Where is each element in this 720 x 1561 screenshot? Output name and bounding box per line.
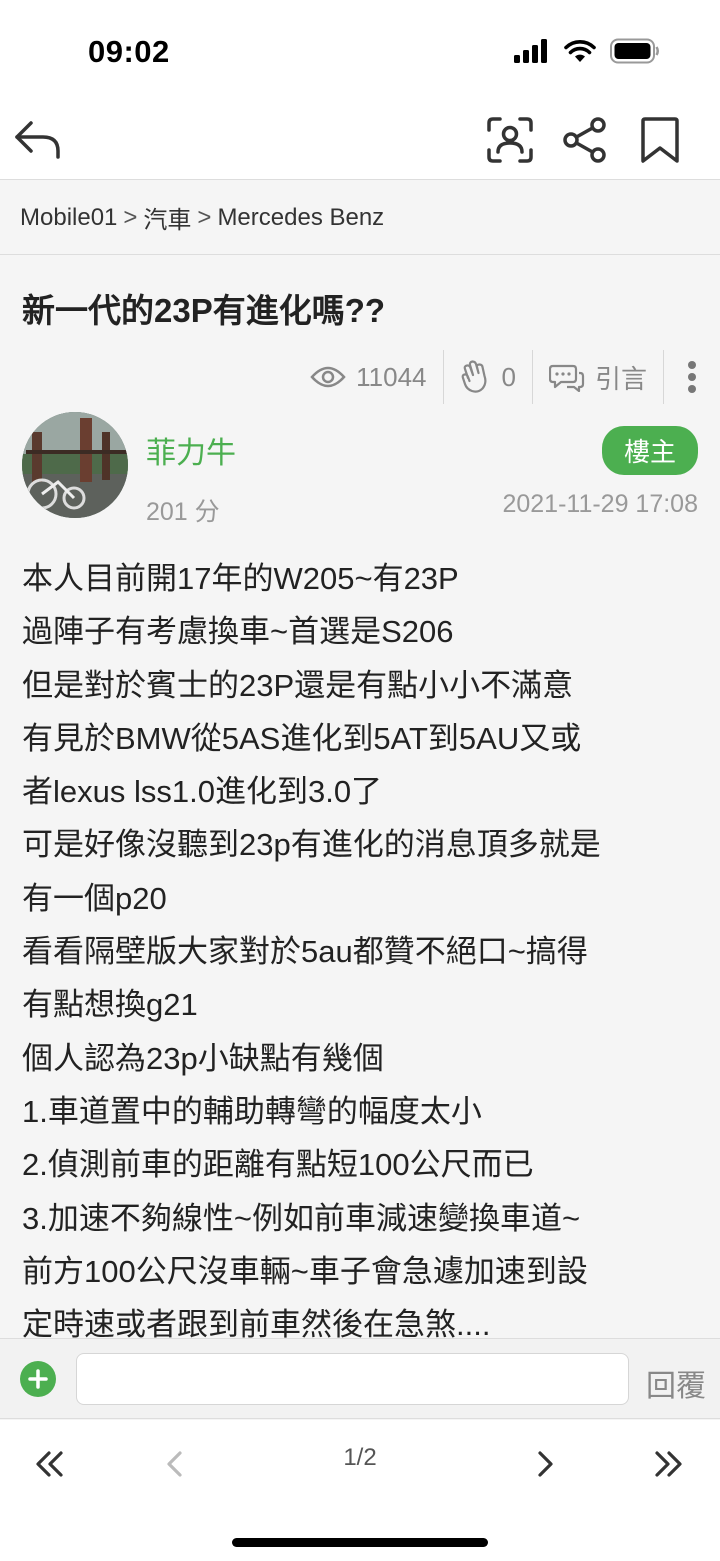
status-icons (514, 38, 660, 69)
breadcrumb: Mobile01 > 汽車 > Mercedes Benz (0, 181, 720, 255)
pager: 1/2 (0, 1420, 720, 1561)
reply-arrow-icon (15, 121, 60, 159)
op-badge: 樓主 (601, 426, 698, 475)
post-timestamp: 2021-11-29 17:08 (502, 490, 698, 518)
post-body-line: 者lexus lss1.0進化到3.0了 (22, 774, 383, 810)
breadcrumb-item-mobile01[interactable]: Mobile01 (20, 204, 117, 232)
status-time: 09:02 (88, 34, 170, 69)
quote-chat-icon (548, 364, 585, 392)
reply-bar: 回覆 (0, 1338, 720, 1419)
add-attachment-button[interactable] (20, 1361, 56, 1397)
home-indicator (232, 1538, 488, 1547)
battery-icon (610, 38, 660, 69)
post-body-line: 定時速或者跟到前車然後在急煞.... (22, 1307, 491, 1338)
post-body-line: 2.偵測前車的距離有點短100公尺而已 (22, 1147, 534, 1183)
eye-icon (310, 366, 346, 388)
breadcrumb-separator: > (197, 203, 212, 231)
more-vertical-icon (688, 361, 696, 393)
last-page-button[interactable] (638, 1434, 698, 1494)
author-name[interactable]: 菲力牛 (146, 428, 236, 472)
post-body-line: 3.加速不夠線性~例如前車減速變換車道~ (22, 1200, 581, 1236)
scan-user-button[interactable] (482, 112, 538, 168)
quote-button[interactable]: 引言 (533, 350, 663, 404)
clap-icon (461, 360, 487, 393)
post-body-line: 看看隔壁版大家對於5au都贊不絕口~搞得 (22, 934, 588, 970)
post-body-line: 過陣子有考慮換車~首選是S206 (22, 614, 454, 650)
post-body-line: 前方100公尺沒車輛~車子會急遽加速到設 (22, 1253, 588, 1289)
plus-icon (28, 1369, 48, 1389)
post-body-line: 有見於BMW從5AS進化到5AT到5AU又或 (22, 720, 582, 756)
avatar-image (22, 412, 128, 518)
author-score: 201 分 (146, 498, 220, 526)
breadcrumb-item-cars[interactable]: 汽車 (143, 200, 191, 235)
share-button[interactable] (557, 112, 613, 168)
nav-bar (0, 100, 720, 180)
quote-label: 引言 (594, 363, 647, 394)
cellular-signal-icon (514, 39, 550, 68)
post-body-line: 但是對於賓士的23P還是有點小小不滿意 (22, 667, 574, 703)
post-body: 本人目前開17年的W205~有23P 過陣子有考慮換車~首選是S206 但是對於… (22, 552, 702, 1338)
status-bar: 09:02 (0, 0, 720, 100)
post-body-line: 有一個p20 (22, 880, 167, 916)
scan-user-icon (487, 117, 533, 163)
breadcrumb-item-mercedes-benz[interactable]: Mercedes Benz (217, 204, 384, 232)
views-count: 11044 (356, 361, 427, 392)
author-avatar[interactable] (22, 412, 128, 518)
post-body-line: 可是好像沒聽到23p有進化的消息頂多就是 (22, 827, 601, 863)
post-title: 新一代的23P有進化嗎?? (22, 292, 386, 329)
reply-button[interactable]: 回覆 (646, 1361, 706, 1405)
author-row: 菲力牛 201 分 樓主 2021-11-29 17:08 (22, 412, 698, 526)
last-page-icon (655, 1451, 682, 1477)
post-content[interactable]: 新一代的23P有進化嗎?? 11044 0 引言 菲力牛 201 分 樓主 20… (0, 256, 720, 1338)
wifi-icon (564, 39, 596, 68)
clap-button[interactable]: 0 (444, 350, 532, 404)
post-body-line: 本人目前開17年的W205~有23P (22, 561, 459, 596)
post-body-line: 有點想換g21 (22, 987, 198, 1023)
clap-count: 0 (501, 361, 516, 392)
bookmark-icon (641, 117, 679, 163)
bookmark-button[interactable] (632, 112, 688, 168)
views-stat: 11044 (294, 350, 442, 404)
next-page-button[interactable] (515, 1434, 575, 1494)
breadcrumb-separator: > (123, 203, 138, 231)
post-body-line: 個人認為23p小缺點有幾個 (22, 1040, 384, 1076)
post-body-line: 1.車道置中的輔助轉彎的幅度太小 (22, 1093, 482, 1129)
page-indicator[interactable]: 1/2 (0, 1444, 720, 1472)
share-icon (563, 117, 606, 163)
next-page-icon (538, 1451, 553, 1477)
reply-input[interactable] (76, 1353, 629, 1405)
back-button[interactable] (10, 112, 66, 168)
post-stats: 11044 0 引言 (294, 350, 700, 404)
more-options-button[interactable] (664, 360, 700, 394)
